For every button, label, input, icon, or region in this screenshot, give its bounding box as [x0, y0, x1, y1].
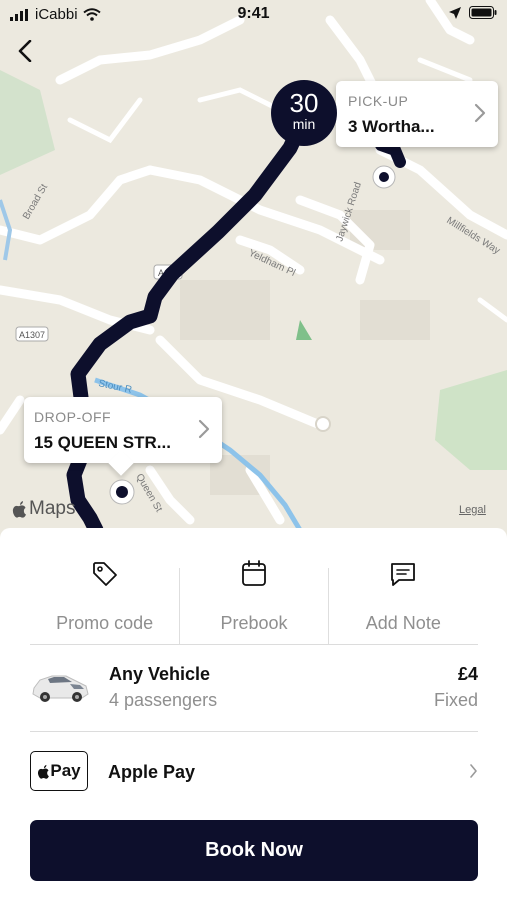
note-icon: [391, 563, 416, 586]
dropoff-label: DROP-OFF: [34, 409, 112, 425]
maps-brand: Maps: [29, 498, 76, 519]
chevron-right-icon: [474, 103, 486, 123]
add-note-label: Add Note: [365, 613, 441, 633]
tag-icon: [92, 562, 117, 586]
vehicle-passengers: 4 passengers: [109, 690, 218, 710]
booking-sheet: Promo code Prebook Add Note Any Vehicle …: [0, 528, 507, 900]
divider: [30, 644, 478, 645]
route-map[interactable]: Broad St Yeldham Pl Jaywick Road Millfie…: [0, 0, 507, 560]
vehicle-option[interactable]: Any Vehicle 4 passengers £4 Fixed: [30, 646, 478, 730]
location-arrow-icon: [449, 6, 461, 19]
battery-icon: [469, 6, 497, 19]
prebook-button[interactable]: Prebook: [179, 548, 328, 644]
svg-text:A1307: A1307: [19, 330, 45, 340]
apple-logo-icon: [12, 501, 26, 518]
status-bar: iCabbi 9:41: [0, 0, 507, 30]
eta-bubble: 30 min: [271, 80, 337, 146]
dropoff-address: 15 QUEEN STR...: [34, 433, 171, 452]
car-icon: [32, 675, 89, 702]
apple-pay-badge-text: Pay: [50, 761, 81, 780]
prebook-label: Prebook: [220, 613, 288, 633]
chevron-left-icon: [18, 40, 32, 62]
vehicle-name: Any Vehicle: [109, 664, 211, 684]
payment-method[interactable]: Pay Apple Pay: [30, 733, 478, 809]
add-note-button[interactable]: Add Note: [329, 548, 478, 644]
promo-code-label: Promo code: [56, 613, 154, 633]
divider: [328, 568, 329, 644]
action-row: Promo code Prebook Add Note: [30, 548, 478, 644]
promo-code-button[interactable]: Promo code: [30, 548, 179, 644]
apple-pay-badge: Pay: [30, 751, 88, 791]
svg-text:Stour R: Stour R: [97, 378, 132, 396]
vehicle-price: £4: [457, 664, 478, 684]
chevron-right-icon: [470, 764, 477, 778]
apple-logo-icon: [38, 764, 50, 779]
svg-text:Broad St: Broad St: [21, 182, 50, 221]
book-now-button[interactable]: Book Now: [30, 820, 478, 881]
maps-attribution: Maps: [12, 498, 75, 520]
back-button[interactable]: [10, 34, 40, 68]
payment-method-name: Apple Pay: [108, 762, 196, 782]
divider: [179, 568, 180, 644]
price-type: Fixed: [433, 690, 478, 710]
legal-link[interactable]: Legal: [459, 504, 486, 516]
pickup-callout[interactable]: PICK-UP 3 Wortha...: [336, 81, 498, 147]
pickup-address: 3 Wortha...: [348, 117, 435, 136]
pickup-label: PICK-UP: [348, 93, 409, 109]
chevron-right-icon: [198, 419, 210, 439]
eta-value: 30: [289, 88, 319, 118]
eta-unit: min: [292, 116, 316, 132]
dropoff-callout[interactable]: DROP-OFF 15 QUEEN STR...: [24, 397, 222, 463]
calendar-icon: [242, 560, 266, 586]
clock: 9:41: [237, 5, 270, 22]
divider: [30, 731, 478, 732]
